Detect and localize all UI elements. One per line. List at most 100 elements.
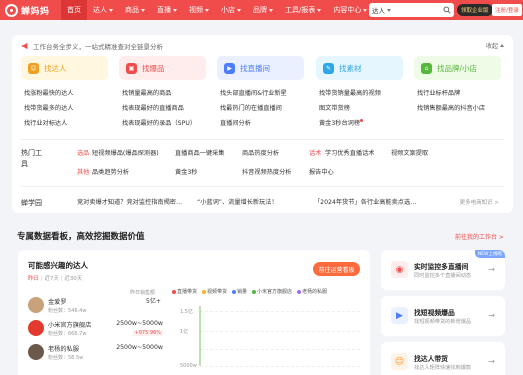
list-item[interactable]: 小米官方旗舰店 粉丝数：666.7w 2500w~5000w +975.96% [28,318,163,340]
rank-name: 金爱罗 [48,299,67,306]
nav-item[interactable]: 品牌 [247,0,279,20]
chevron-down-icon [205,8,209,12]
avatar [28,320,44,336]
new-badge: NEW上线啦 [474,250,505,258]
nav-item[interactable]: 内容中心 [327,0,373,20]
feature-title: 找达人带货 [414,355,448,363]
tool-icon: ▶ [224,62,235,74]
nav-item[interactable]: 商品 [119,0,151,20]
nav-item[interactable]: 小店 [215,0,247,20]
hot-tool-link[interactable]: 直播商品一键采集 [175,148,225,157]
divider [21,139,504,140]
nav-item[interactable]: 达人 [87,0,119,20]
tool-tile[interactable]: ✎ 找素材 [316,56,403,80]
learn-more-link[interactable]: 更多电商知识 > [460,198,499,206]
hot-tool-link[interactable]: 视频文案提取 [391,148,428,157]
nav-item[interactable]: 工具/报表 [279,0,327,20]
chevron-down-icon [237,8,241,12]
tool-link[interactable]: 找行业标杆品牌 [417,86,501,101]
brand-name: 蝉妈妈 [21,6,50,17]
learn-article[interactable]: 「2024年货节」各行业高能卖点选… [314,197,416,206]
list-item[interactable]: 金爱罗 粉丝数：546.4w [28,295,163,317]
tool-icon: ✎ [323,62,334,74]
tool-link[interactable]: 找涨粉最快的达人 [24,86,108,101]
tool-link[interactable]: 找最热门的在播直播间 [220,101,304,116]
tool-link[interactable]: 找销量最高的商品 [122,86,206,101]
tool-link[interactable]: 找头部直播间&行业新星 [220,86,304,101]
chevron-down-icon [317,8,322,12]
tool-tile-label: 找爆品 [142,63,165,73]
hot-tag-other: 其他 [77,169,90,176]
data-board: 可能感兴趣的达人 昨日 | 近7天 | 近30天 前往运营看板 昨日销售额 5亿… [18,250,370,375]
tab-7days[interactable]: 近7天 [44,276,59,282]
tool-link[interactable]: 找带货最多的达人 [24,101,108,116]
trend-line-svg [199,306,201,366]
tool-tile[interactable]: ▣ 找爆品 [119,56,206,80]
tool-icon: ▣ [126,62,137,74]
search-icon[interactable] [441,4,453,16]
trend-chart: 直播带货 视频带货 销量 小米官方旗舰店 老杨的私服 1.5亿 1亿 5000w [168,286,363,375]
search-input[interactable] [391,6,441,14]
nav-item[interactable]: 视频 [183,0,215,20]
rank-val: 2500w~5000w [116,320,163,327]
tool-link[interactable]: 找表现最好的录品（SPU） [122,116,206,131]
feature-card[interactable]: ☺ 找达人带货 找达人矩阵快速找到爆款 → [381,342,505,375]
tool-link[interactable]: 黄金3秒台词榜 [319,116,403,131]
feature-icon: ☺ [391,353,408,370]
tool-column: ✎ 找素材找带货销量最高的视频 图文带货榜 黄金3秒台词榜 [316,56,403,131]
tab-yesterday[interactable]: 昨日 [28,276,39,282]
tool-link[interactable]: 找带货销量最高的视频 [319,86,403,101]
ops-board-button[interactable]: 前往运营看板 [313,262,360,276]
workbench-link[interactable]: 前往我的工作台 > [455,232,504,241]
list-item[interactable]: 老杨的私服 粉丝数：58.5w 2500w~5000w [28,342,163,364]
enterprise-button[interactable]: 领取企业版 [457,4,493,16]
tool-tile[interactable]: ▶ 找直播间 [217,56,304,80]
hot-tool-link[interactable]: 短视频爆品(爆品探测器) [92,148,159,157]
hot-tool-link[interactable]: 学习优秀直播话术 [325,148,375,157]
board-title: 可能感兴趣的达人 [28,261,88,270]
period-tabs: 昨日 | 近7天 | 近30天 [28,276,83,282]
hot-tool-link[interactable]: 抖音视频热度分析 [242,167,292,176]
learn-article[interactable]: 竞对卖爆才知道？竞对监控指南揭密… [77,197,182,206]
nav-item[interactable]: 直播 [151,0,183,20]
tool-tile[interactable]: ⌂ 找品牌/小店 [414,56,501,80]
feature-subtitle: 找达人矩阵快速找到爆款 [414,365,472,371]
tool-tile-label: 找直播间 [240,63,270,73]
tool-column: ▣ 找爆品找销量最高的商品 找表现最好的直播商品 找表现最好的录品（SPU） [119,56,206,131]
hot-tool-link[interactable]: 商品热度分析 [242,148,279,157]
tool-tile-label: 找品牌/小店 [437,63,478,73]
section-title: 专属数据看板，高效挖掘数据价值 [17,232,145,242]
feature-card[interactable]: ▶ 找短视频爆品 找短视频带货的新增爆品 → [381,296,505,336]
learn-article[interactable]: “小蓝词”、流量增长新玩法！ [197,197,278,206]
workbench-header: 工作台务全步义，一站式精准查对全链景分析 [21,41,163,51]
tool-link[interactable]: 找销售额最高的抖音小店 [417,101,501,116]
avatar [28,297,44,313]
search-type-select[interactable]: 达人 [369,5,391,15]
brand-logo[interactable]: 蝉妈妈 [5,3,61,17]
hot-tool-link[interactable]: 品类趋势分析 [92,167,129,176]
top-navbar: 蝉妈妈 首页 达人 商品 直播 视频 小店 品牌 工具/报表 内容中心 达人 领取企业版 注册/… [0,0,523,20]
tool-link[interactable]: 找表现最好的直播商品 [122,101,206,116]
nav-item[interactable]: 首页 [61,0,87,20]
login-button[interactable]: 注册/登录 [492,4,522,16]
tool-link[interactable]: 图文带货榜 [319,101,403,116]
rank-fans: 粉丝数：58.5w [48,355,84,361]
collapse-button[interactable]: 收起 [486,41,504,50]
tool-tile-label: 找达人 [44,63,67,73]
tool-link[interactable]: 直播间分析 [220,116,304,131]
tool-link[interactable]: 找行业对标达人 [24,116,108,131]
tab-30days[interactable]: 近30天 [64,276,82,282]
feature-subtitle: 找短视频带货的新增爆品 [414,319,472,325]
tool-column: ▶ 找直播间找头部直播间&行业新星 找最热门的在播直播间 直播间分析 [217,56,304,131]
hot-tag-script: 话术 [309,150,322,157]
tool-link [417,116,501,131]
hot-tool-link[interactable]: 报告中心 [309,167,334,176]
feature-icon: ◉ [391,261,408,278]
feature-card[interactable]: ◉ 实时监控多直播间 同时监控多个直播间动态 → NEW上线啦 [381,250,505,290]
hot-tool-link[interactable]: 黄金3秒 [175,167,198,176]
tool-icon: ☺ [28,62,39,74]
tool-tile[interactable]: ☺ 找达人 [21,56,108,80]
avatar [28,344,44,360]
divider [21,186,504,187]
tool-icon: ⌂ [421,62,432,74]
